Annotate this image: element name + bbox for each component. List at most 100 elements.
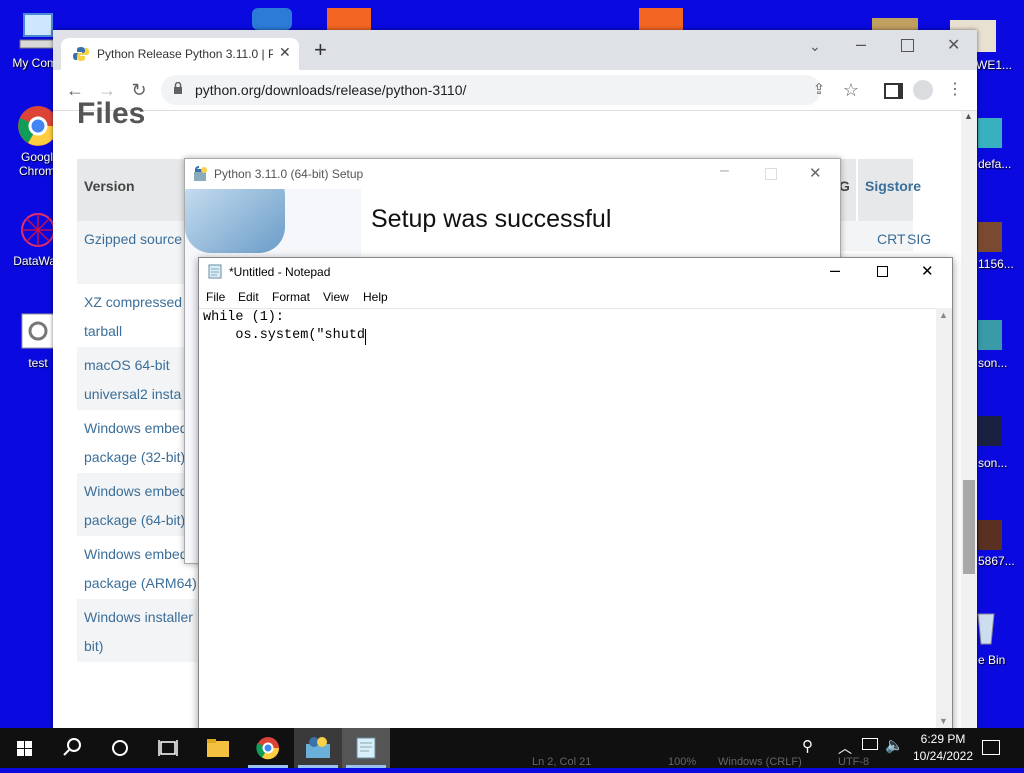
taskbar-chrome[interactable] [244, 728, 292, 768]
desktop-icon-label: 1156... [978, 257, 1014, 271]
taskbar-python-setup[interactable] [294, 728, 342, 768]
page-heading: Files [77, 97, 146, 130]
profile-avatar-icon[interactable] [913, 80, 933, 100]
desktop-icon-label: 5867... [978, 554, 1015, 568]
volume-icon[interactable]: 🔈 [885, 736, 904, 754]
task-view-button[interactable] [144, 728, 192, 768]
menu-view[interactable]: View [323, 290, 349, 304]
setup-titlebar: Python 3.11.0 (64-bit) Setup – ✕ [185, 159, 840, 189]
address-bar[interactable]: python.org/downloads/release/python-3110… [161, 75, 821, 105]
tab-close-icon[interactable]: ✕ [279, 44, 291, 61]
app-icon [327, 8, 371, 30]
photo-thumbnail-icon [978, 222, 1002, 252]
desktop-icon-label: WE1... [976, 58, 1013, 72]
python-installer-icon [306, 737, 330, 758]
show-hidden-icons-chevron-up-icon[interactable]: ︿ [838, 738, 852, 758]
column-header-version: Version [84, 178, 135, 194]
file-link-win-embed-64[interactable]: Windows embed [84, 483, 188, 499]
file-link-win-embed-arm64[interactable]: Windows embed [84, 546, 188, 562]
notepad-scrollbar[interactable]: ▲ ▼ [936, 308, 952, 731]
python-installer-icon [193, 166, 209, 182]
notepad-status-eol: Windows (CRLF) [718, 756, 802, 768]
file-thumbnail-icon [978, 118, 1002, 148]
menu-edit[interactable]: Edit [238, 290, 259, 304]
close-button[interactable]: ✕ [947, 35, 960, 55]
folder-icon [207, 739, 229, 757]
tab-python-release[interactable]: Python Release Python 3.11.0 | P ✕ [61, 38, 299, 70]
scroll-up-icon[interactable]: ▲ [964, 111, 973, 121]
action-center-icon[interactable] [982, 740, 1000, 755]
menu-help[interactable]: Help [363, 290, 388, 304]
desktop-icon-label: test [28, 356, 48, 370]
search-button[interactable] [48, 728, 96, 768]
menu-format[interactable]: Format [272, 290, 310, 304]
file-link-win-embed-arm64[interactable]: package (ARM64) [84, 575, 197, 591]
menu-kebab-icon[interactable]: ⋮ [941, 76, 969, 104]
start-button[interactable] [0, 728, 48, 768]
lock-icon [173, 81, 183, 94]
file-link-win-embed-64[interactable]: package (64-bit) [84, 512, 185, 528]
app-icon [872, 18, 918, 30]
scroll-down-icon[interactable]: ▼ [939, 716, 948, 726]
minimize-button[interactable]: – [830, 260, 840, 281]
tab-title: Python Release Python 3.11.0 | P [97, 47, 273, 61]
file-link-win-installer[interactable]: Windows installer [84, 609, 193, 625]
browser-toolbar: ← → ↻ python.org/downloads/release/pytho… [53, 70, 977, 111]
file-link-crt[interactable]: CRT [877, 231, 906, 247]
side-panel-icon[interactable] [884, 83, 903, 99]
clock-date[interactable]: 10/24/2022 [908, 749, 978, 763]
file-link-xz[interactable]: XZ compressed s [84, 294, 193, 310]
notepad-titlebar: *Untitled - Notepad – ✕ [199, 258, 952, 286]
new-tab-button[interactable]: + [314, 39, 327, 61]
taskbar-file-explorer[interactable] [194, 728, 242, 768]
file-thumbnail-icon [978, 416, 1002, 446]
network-icon[interactable] [862, 738, 878, 750]
notepad-icon [356, 737, 376, 759]
notepad-icon [208, 264, 222, 279]
tab-search-chevron-down-icon[interactable]: ⌄ [809, 38, 821, 55]
notepad-window: *Untitled - Notepad – ✕ File Edit Format… [198, 257, 953, 732]
minimize-button[interactable]: – [720, 162, 729, 180]
taskbar-notepad[interactable] [342, 728, 390, 768]
photo-thumbnail-icon [978, 520, 1002, 550]
maximize-button [765, 168, 777, 180]
desktop-icon-label: son... [978, 456, 1008, 470]
setup-heading: Setup was successful [371, 205, 612, 233]
desktop-icon-label: defa... [978, 157, 1012, 171]
page-scrollbar[interactable] [961, 111, 977, 730]
maximize-button[interactable] [877, 266, 888, 277]
notepad-text-area[interactable]: while (1): os.system("shutd [199, 308, 936, 732]
people-icon[interactable]: ⚲ [802, 737, 813, 755]
file-link-macos[interactable]: macOS 64-bit [84, 357, 170, 373]
file-link-xz[interactable]: tarball [84, 323, 122, 339]
menu-file[interactable]: File [206, 290, 225, 304]
messaging-icon [252, 8, 292, 30]
file-link-sig[interactable]: SIG [907, 231, 931, 247]
tab-strip: Python Release Python 3.11.0 | P ✕ + ⌄ –… [53, 30, 977, 70]
notepad-status-zoom: 100% [668, 756, 697, 768]
notepad-title: *Untitled - Notepad [229, 265, 331, 279]
minimize-button[interactable]: – [856, 34, 866, 55]
bookmark-star-icon[interactable]: ☆ [837, 76, 865, 104]
scrollbar-thumb[interactable] [963, 480, 975, 574]
file-thumbnail-icon [978, 320, 1002, 350]
file-link-gzipped-source[interactable]: Gzipped source [84, 231, 182, 247]
close-button[interactable]: ✕ [809, 164, 822, 182]
desktop-icon-label: e Bin [978, 653, 1006, 667]
notepad-status-position: Ln 2, Col 21 [532, 756, 592, 768]
text-line: while (1): [203, 310, 285, 325]
file-link-win-installer[interactable]: bit) [84, 638, 103, 654]
scroll-up-icon[interactable]: ▲ [939, 310, 948, 320]
text-line: os.system("shutd [203, 328, 366, 343]
file-link-macos[interactable]: universal2 insta [84, 386, 181, 402]
file-link-win-embed-32[interactable]: Windows embed [84, 420, 188, 436]
taskbar: Ln 2, Col 21 100% Windows (CRLF) UTF-8 ⚲… [0, 728, 1024, 768]
cortana-button[interactable] [96, 728, 144, 768]
clock-time[interactable]: 6:29 PM [908, 732, 978, 746]
share-icon[interactable]: ⇪ [805, 76, 833, 104]
maximize-button[interactable] [901, 39, 914, 52]
file-link-win-embed-32[interactable]: package (32-bit) [84, 449, 185, 465]
column-header-sigstore[interactable]: Sigstore [865, 178, 921, 194]
close-button[interactable]: ✕ [921, 262, 934, 280]
windows-logo-icon [17, 741, 32, 756]
